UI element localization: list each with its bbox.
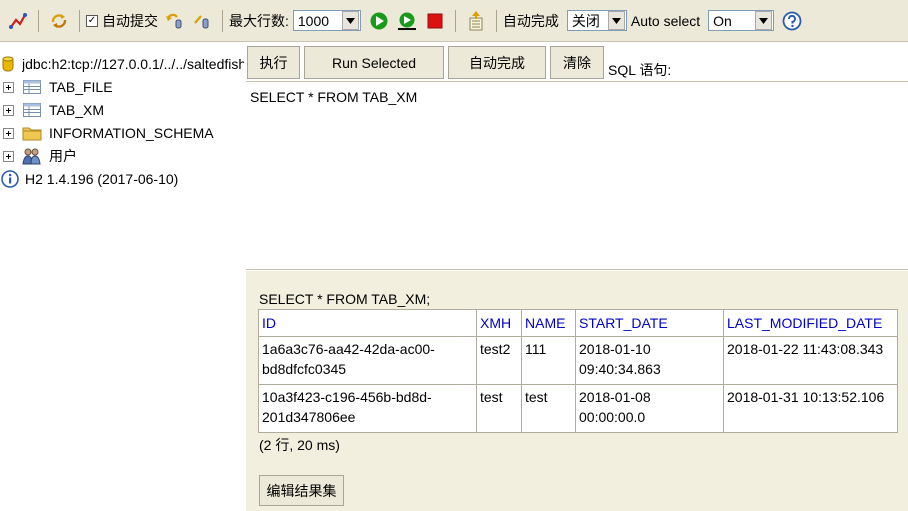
history-icon[interactable] xyxy=(465,10,487,32)
cell-start-date: 2018-01-08 00:00:00.0 xyxy=(575,384,724,433)
cell-last-modified: 2018-01-31 10:13:52.106 xyxy=(723,384,898,433)
tree-item-label: INFORMATION_SCHEMA xyxy=(49,125,214,141)
execute-button[interactable]: 执行 xyxy=(247,46,300,79)
expand-icon[interactable] xyxy=(3,127,14,139)
object-tree: jdbc:h2:tcp://127.0.0.1/../../saltedfish… xyxy=(0,43,246,511)
autocommit-checkbox[interactable]: ✓ xyxy=(86,14,98,27)
chevron-down-icon[interactable] xyxy=(341,11,359,30)
autocommit-label: 自动提交 xyxy=(102,12,158,29)
cell-last-modified: 2018-01-22 11:43:08.343 xyxy=(723,336,898,385)
autoselect-select[interactable]: On xyxy=(708,10,775,31)
chevron-down-icon[interactable] xyxy=(607,11,625,30)
chevron-down-icon[interactable] xyxy=(755,11,773,30)
cell-text: 1a6a3c76-aa42-42da-ac00- xyxy=(262,341,435,357)
cell-id: 10a3f423-c196-456b-bd8d- 201d347806ee xyxy=(258,384,477,433)
help-icon[interactable] xyxy=(781,10,803,32)
table-icon xyxy=(22,78,42,96)
tree-item-label: TAB_FILE xyxy=(49,79,113,95)
autocomplete-select[interactable]: 关闭 xyxy=(566,10,627,31)
tree-item-label: TAB_XM xyxy=(49,102,104,118)
toolbar-separator xyxy=(79,9,80,32)
cell-id: 1a6a3c76-aa42-42da-ac00- bd8dfcfc0345 xyxy=(258,336,477,385)
tree-item-tab-file[interactable]: TAB_FILE xyxy=(0,76,113,98)
run-selected-button[interactable]: Run Selected xyxy=(304,46,444,79)
autocomplete-label: 自动完成 xyxy=(502,12,559,29)
cell-xmh: test xyxy=(476,384,522,433)
cell-text: 10a3f423-c196-456b-bd8d- xyxy=(262,389,432,405)
connection-url: jdbc:h2:tcp://127.0.0.1/../../saltedfish xyxy=(22,56,244,72)
version-text: H2 1.4.196 (2017-06-10) xyxy=(25,171,179,187)
table-header-row: ID XMH NAME START_DATE LAST_MODIFIED_DAT… xyxy=(258,309,898,337)
autocomplete-value: 关闭 xyxy=(571,12,600,29)
column-header-start-date[interactable]: START_DATE xyxy=(575,309,724,337)
query-button-bar: 执行 Run Selected 自动完成 清除 SQL 语句: xyxy=(246,43,908,81)
toolbar-separator xyxy=(454,9,456,32)
database-icon xyxy=(2,55,14,73)
clear-button[interactable]: 清除 xyxy=(550,46,604,79)
cell-name: test xyxy=(521,384,576,433)
expand-icon[interactable] xyxy=(3,81,14,93)
cell-text: bd8dfcfc0345 xyxy=(262,361,347,377)
table-row: 1a6a3c76-aa42-42da-ac00- bd8dfcfc0345 tes… xyxy=(258,336,898,385)
cell-text: 2018-01-08 xyxy=(579,389,651,405)
column-header-id[interactable]: ID xyxy=(258,309,477,337)
row-count: (2 行, 20 ms) xyxy=(259,437,340,453)
disconnect-icon[interactable] xyxy=(7,10,29,32)
column-header-xmh[interactable]: XMH xyxy=(476,309,522,337)
toolbar-separator xyxy=(222,9,223,32)
tree-item-label: 用户 xyxy=(49,148,77,164)
column-header-name[interactable]: NAME xyxy=(521,309,576,337)
result-query: SELECT * FROM TAB_XM; xyxy=(259,291,431,307)
tree-connection[interactable]: jdbc:h2:tcp://127.0.0.1/../../saltedfish xyxy=(0,53,244,75)
table-row: 10a3f423-c196-456b-bd8d- 201d347806ee tes… xyxy=(258,384,898,433)
sql-label: SQL 语句: xyxy=(608,62,672,78)
folder-icon xyxy=(22,124,42,142)
stop-icon[interactable] xyxy=(424,10,446,32)
run-icon[interactable] xyxy=(368,10,390,32)
maxrows-value: 1000 xyxy=(297,12,330,29)
autoselect-value: On xyxy=(713,12,732,29)
cell-name: 111 xyxy=(521,336,576,385)
users-icon xyxy=(22,147,42,165)
sql-editor[interactable]: SELECT * FROM TAB_XM xyxy=(246,81,908,270)
cell-text: 09:40:34.863 xyxy=(579,361,661,377)
column-header-last-modified-date[interactable]: LAST_MODIFIED_DATE xyxy=(723,309,898,337)
autocomplete-button[interactable]: 自动完成 xyxy=(448,46,546,79)
toolbar-separator xyxy=(38,9,39,32)
commit-icon[interactable] xyxy=(191,10,213,32)
rollback-icon[interactable] xyxy=(163,10,185,32)
refresh-icon[interactable] xyxy=(48,10,70,32)
query-panel: 执行 Run Selected 自动完成 清除 SQL 语句: SELECT *… xyxy=(246,43,908,511)
result-table: ID XMH NAME START_DATE LAST_MODIFIED_DAT… xyxy=(258,309,898,433)
tree-version: H2 1.4.196 (2017-06-10) xyxy=(0,168,178,190)
cell-text: 2018-01-10 xyxy=(579,341,651,357)
tree-item-users[interactable]: 用户 xyxy=(0,145,77,167)
cell-text: 201d347806ee xyxy=(262,409,356,425)
cell-text: 00:00:00.0 xyxy=(579,409,646,425)
table-icon xyxy=(22,101,42,119)
toolbar: ✓ 自动提交 最大行数: 1000 自动完成 关闭 Auto select On xyxy=(0,0,908,42)
run-selected-icon[interactable] xyxy=(396,10,418,32)
maxrows-label: 最大行数: xyxy=(229,12,289,29)
tree-item-information-schema[interactable]: INFORMATION_SCHEMA xyxy=(0,122,214,144)
results-panel: SELECT * FROM TAB_XM; ID XMH NAME START_… xyxy=(246,271,908,511)
cell-start-date: 2018-01-10 09:40:34.863 xyxy=(575,336,724,385)
expand-icon[interactable] xyxy=(3,150,14,162)
tree-item-tab-xm[interactable]: TAB_XM xyxy=(0,99,104,121)
edit-result-button[interactable]: 编辑结果集 xyxy=(259,475,344,506)
autoselect-label: Auto select xyxy=(630,12,701,29)
expand-icon[interactable] xyxy=(3,104,14,116)
toolbar-separator xyxy=(495,9,497,32)
info-icon xyxy=(0,170,20,188)
cell-xmh: test2 xyxy=(476,336,522,385)
maxrows-select[interactable]: 1000 xyxy=(292,10,361,31)
